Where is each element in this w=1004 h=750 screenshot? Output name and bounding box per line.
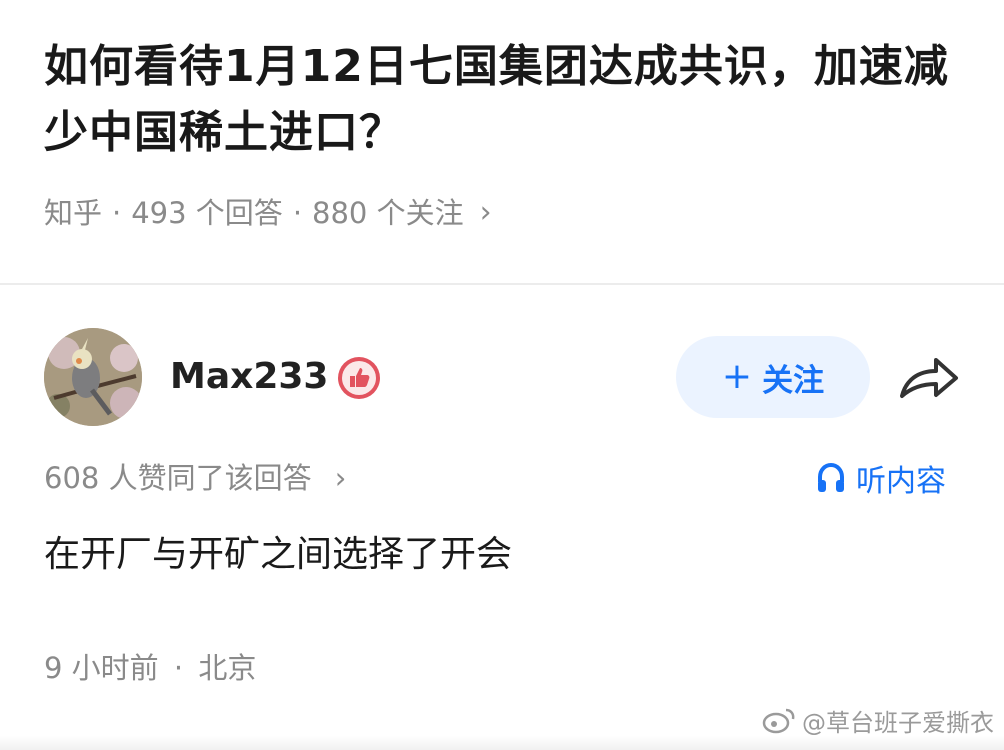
author-name[interactable]: Max233	[170, 352, 328, 402]
follow-label: 关注	[762, 362, 825, 399]
answer-time: 9 小时前	[44, 651, 159, 685]
separator: ·	[173, 651, 184, 685]
answer-location: 北京	[198, 651, 257, 685]
headphones-icon	[818, 462, 844, 492]
plus-icon: +	[721, 356, 753, 397]
thumb-up-badge-icon	[336, 355, 382, 401]
follow-button[interactable]: + 关注	[676, 336, 870, 418]
likes-count[interactable]: 608 人赞同了该回答 ›	[44, 456, 346, 500]
separator: ·	[112, 196, 122, 230]
answer-content[interactable]: 在开厂与开矿之间选择了开会	[44, 528, 512, 582]
question-meta[interactable]: 知乎 · 493 个回答 · 880 个关注 ›	[44, 192, 492, 234]
separator: ·	[292, 196, 303, 230]
bird-avatar-image	[44, 328, 142, 426]
watermark-text: @草台班子爱撕衣	[802, 708, 994, 737]
watermark: @草台班子爱撕衣	[762, 700, 994, 740]
section-divider	[0, 283, 1004, 285]
answers-count: 493 个回答	[131, 196, 283, 230]
listen-label: 听内容	[856, 464, 946, 499]
chevron-right-icon: ›	[334, 461, 347, 495]
weibo-logo-icon	[762, 708, 795, 734]
share-arrow-icon[interactable]	[896, 352, 962, 402]
answer-meta: 9 小时前 · 北京	[44, 646, 256, 690]
likes-text: 608 人赞同了该回答	[44, 461, 312, 495]
chevron-right-icon: ›	[479, 195, 492, 230]
followers-count: 880 个关注	[312, 196, 464, 230]
listen-button[interactable]: 听内容	[816, 456, 946, 500]
avatar[interactable]	[44, 328, 142, 426]
source-label: 知乎	[44, 196, 103, 230]
question-title[interactable]: 如何看待1月12日七国集团达成共识，加速减少中国稀土进口？	[44, 34, 974, 166]
